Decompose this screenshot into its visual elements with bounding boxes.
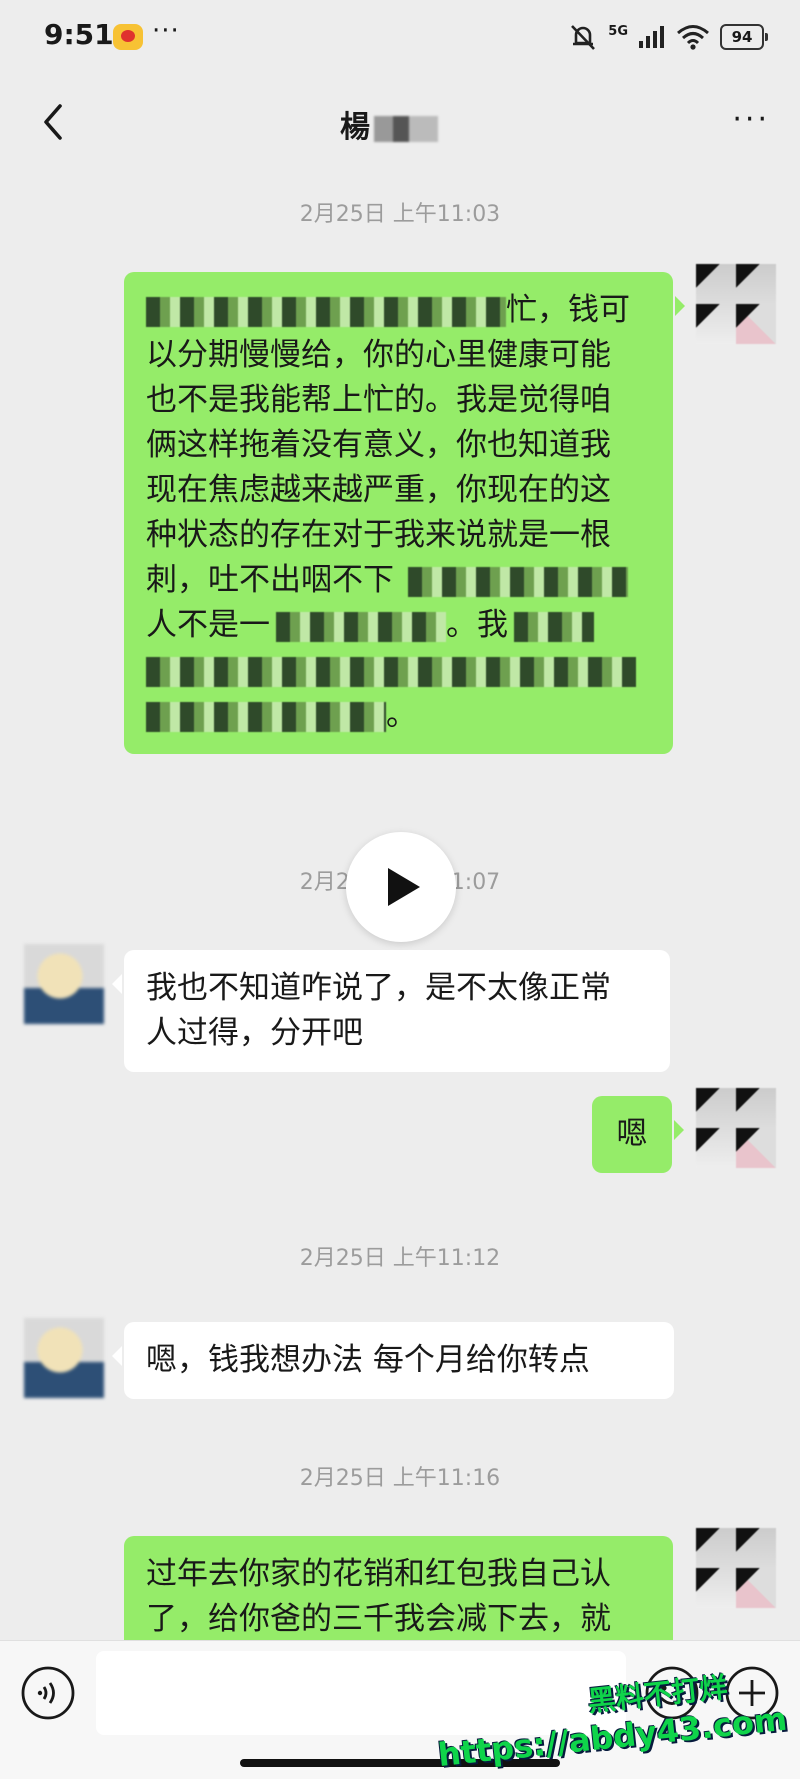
- message-line: 忙，钱可: [146, 288, 651, 333]
- sent-message-bubble[interactable]: 嗯: [592, 1096, 684, 1173]
- timestamp: 2月25日 上午11:03: [299, 202, 501, 227]
- message-line: 我也不知道咋说了，是不太像正常: [146, 970, 611, 1006]
- redacted-text: [276, 611, 446, 642]
- signal-icon: [639, 26, 664, 48]
- play-button[interactable]: [346, 832, 456, 942]
- play-icon: [388, 868, 420, 906]
- contact-name-text: 楊: [340, 110, 370, 145]
- redacted-text: [146, 701, 386, 732]
- contact-name[interactable]: 楊: [340, 102, 438, 146]
- received-message-bubble[interactable]: 我也不知道咋说了，是不太像正常 人过得，分开吧: [112, 950, 670, 1072]
- wifi-icon: [677, 25, 709, 50]
- status-bar: 9:51 ··· 5G 94: [0, 0, 800, 80]
- message-line: 嗯: [616, 1116, 648, 1152]
- redacted-text: [146, 656, 636, 687]
- status-indicators: 5G 94: [568, 22, 768, 52]
- sent-message-bubble[interactable]: 过年去你家的花销和红包我自己认 了，给你爸的三千我会减下去，就: [124, 1536, 673, 1640]
- timestamp: 2月25日 上午11:16: [299, 1466, 501, 1491]
- back-arrow-icon[interactable]: [28, 94, 84, 150]
- redacted-text: [146, 296, 506, 327]
- avatar[interactable]: [696, 1088, 776, 1168]
- status-time: 9:51: [44, 18, 114, 51]
- avatar[interactable]: [696, 264, 776, 344]
- weibo-notification-icon: [113, 24, 143, 50]
- message-line: 。: [146, 693, 651, 738]
- message-line: 人过得，分开吧: [146, 1015, 363, 1051]
- notification-more-icon: ···: [152, 16, 180, 46]
- battery-indicator: 94: [720, 24, 768, 50]
- redacted-text: [514, 611, 594, 642]
- timestamp: 2月25日 上午11:12: [299, 1246, 501, 1271]
- message-line: 也不是我能帮上忙的。我是觉得咱: [146, 382, 611, 418]
- message-line: 俩这样拖着没有意义，你也知道我: [146, 427, 611, 463]
- message-line: 以分期慢慢给，你的心里健康可能: [146, 337, 611, 373]
- received-message-bubble[interactable]: 嗯，钱我想办法 每个月给你转点: [112, 1322, 674, 1399]
- message-line: 过年去你家的花销和红包我自己认: [146, 1556, 611, 1592]
- sent-message-bubble[interactable]: 忙，钱可 以分期慢慢给，你的心里健康可能 也不是我能帮上忙的。我是觉得咱 俩这样…: [124, 272, 685, 754]
- more-dots-icon[interactable]: ···: [732, 105, 770, 135]
- message-line: 人不是一 。我: [146, 603, 651, 648]
- avatar[interactable]: [696, 1528, 776, 1608]
- message-line: 了，给你爸的三千我会减下去，就: [146, 1601, 611, 1637]
- network-label: 5G: [608, 23, 628, 39]
- mute-bell-icon: [571, 25, 596, 50]
- avatar[interactable]: [24, 1318, 104, 1398]
- redacted-name: [374, 115, 438, 142]
- chat-header: 楊 ···: [0, 80, 800, 164]
- avatar[interactable]: [24, 944, 104, 1024]
- message-line: 现在焦虑越来越严重，你现在的这: [146, 472, 611, 508]
- redacted-text: [408, 566, 628, 597]
- message-line: [146, 648, 651, 693]
- message-line: 嗯，钱我想办法 每个月给你转点: [146, 1342, 590, 1378]
- message-line: 刺，吐不出咽不下: [146, 558, 651, 603]
- message-line: 种状态的存在对于我来说就是一根: [146, 517, 611, 553]
- voice-icon[interactable]: [20, 1665, 76, 1721]
